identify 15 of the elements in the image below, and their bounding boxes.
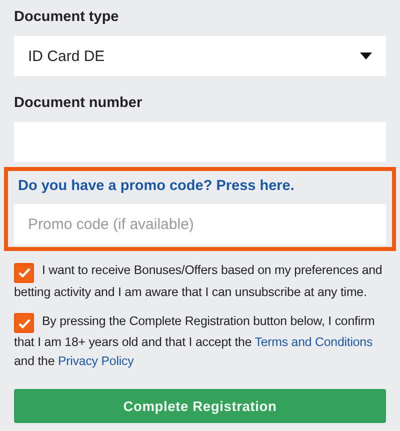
promo-code-field[interactable]: Promo code (if available) [14,204,386,245]
consent-text: I want to receive Bonuses/Offers based on my preferences and betting activity and I am aware that I can unsubscribe at any time. [14,262,384,301]
checkbox[interactable] [14,313,34,333]
complete-registration-button[interactable]: Complete Registration [14,389,386,423]
promo-link[interactable]: Do you have a promo code? Press here. [18,177,294,195]
field-label: Document number [14,94,144,112]
checkmark-icon [18,267,30,278]
caret-icon [360,52,372,60]
consent-text: By pressing the Complete Registration button below, I confirm that I am 18+ years old and that I accept the Terms and Conditions and the Privacy Policy [14,312,376,370]
checkmark-icon [18,318,30,328]
document-type-dropdown[interactable]: ID Card DE [14,36,386,76]
field-label: Document type [14,8,120,26]
policy-link[interactable]: Privacy Policy [58,354,134,368]
checkbox[interactable] [14,262,34,282]
policy-link[interactable]: Terms and Conditions [254,335,373,349]
